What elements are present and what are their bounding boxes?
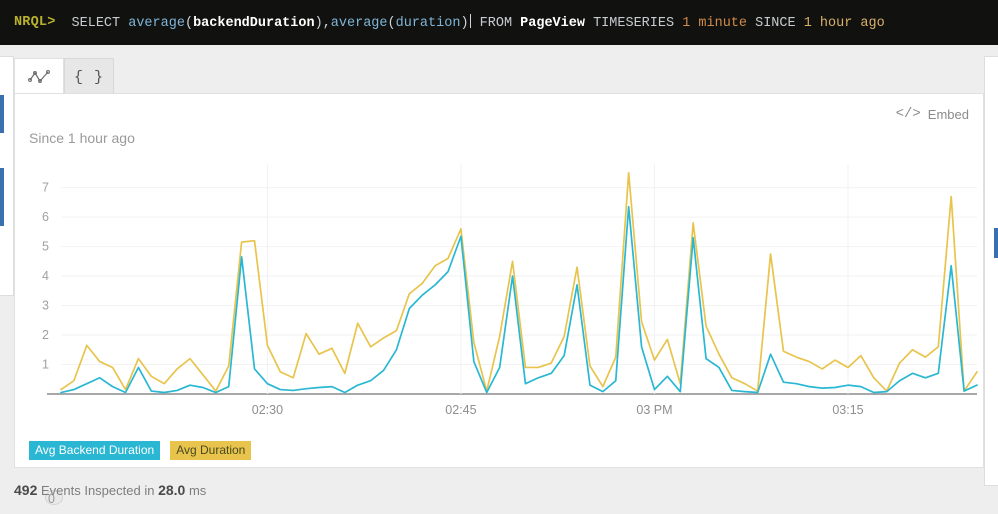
nrql-token: 1 minute bbox=[682, 16, 747, 32]
left-accent-bar-top bbox=[0, 95, 4, 133]
nrql-token: SINCE bbox=[747, 16, 804, 32]
y-axis-tick-label: 4 bbox=[42, 269, 49, 283]
nrql-token: duration bbox=[395, 16, 461, 32]
y-axis-tick-label: 7 bbox=[42, 181, 49, 195]
query-duration-unit: ms bbox=[188, 483, 207, 498]
nrql-token: 1 hour ago bbox=[803, 16, 885, 32]
nrql-token: PageView bbox=[520, 16, 585, 32]
line-chart-icon bbox=[28, 69, 50, 85]
nrql-token: average bbox=[330, 16, 388, 32]
y-axis-tick-label: 6 bbox=[42, 210, 49, 224]
series-line bbox=[60, 171, 978, 392]
x-axis-tick-label: 03 PM bbox=[636, 403, 672, 417]
nrql-token: TIMESERIES bbox=[584, 16, 683, 32]
timeseries-chart[interactable]: 1 2 3 4 5 6 7 02:30 02:45 03 PM 03:15 bbox=[15, 156, 983, 426]
insights-query-page: NRQL> SELECT average(backendDuration),av… bbox=[0, 0, 998, 514]
legend-item-avg-backend-duration[interactable]: Avg Backend Duration bbox=[29, 441, 161, 460]
nrql-token: ), bbox=[314, 16, 331, 32]
nrql-prompt-label: NRQL> bbox=[14, 14, 56, 30]
nrql-token: backendDuration bbox=[193, 16, 315, 32]
tab-chart-view[interactable] bbox=[14, 58, 64, 95]
text-caret bbox=[469, 14, 471, 29]
x-axis-tick-label: 03:15 bbox=[832, 403, 863, 417]
events-inspected-status: 492 Events Inspected in 28.0 ms bbox=[14, 482, 206, 498]
query-duration-value: 28.0 bbox=[158, 482, 186, 498]
nrql-token: ( bbox=[184, 16, 194, 32]
x-axis-tick-label: 02:30 bbox=[252, 403, 283, 417]
nrql-token: average bbox=[128, 16, 185, 32]
y-axis-tick-label: 2 bbox=[42, 328, 49, 342]
tab-json-view[interactable]: { } bbox=[64, 58, 114, 95]
chart-canvas: 1 2 3 4 5 6 7 02:30 02:45 03 PM 03:15 bbox=[42, 164, 978, 417]
background-panel-right bbox=[984, 56, 998, 486]
nrql-token: ) bbox=[460, 16, 469, 32]
embed-button[interactable]: </> Embed bbox=[896, 106, 969, 122]
nrql-token: SELECT bbox=[71, 16, 129, 32]
chart-title: Since 1 hour ago bbox=[29, 130, 135, 146]
events-inspected-label: Events Inspected in bbox=[40, 483, 155, 498]
x-axis-tick-label: 02:45 bbox=[445, 403, 476, 417]
chart-legend: Avg Backend Duration Avg Duration bbox=[29, 441, 252, 460]
events-count: 492 bbox=[14, 482, 38, 498]
embed-label: Embed bbox=[927, 106, 969, 122]
nrql-token: ( bbox=[387, 16, 396, 32]
legend-item-avg-duration[interactable]: Avg Duration bbox=[170, 441, 252, 460]
nrql-token: FROM bbox=[471, 16, 521, 32]
right-accent-bar bbox=[994, 228, 998, 258]
braces-icon: { } bbox=[73, 68, 104, 86]
left-accent-bar-bottom bbox=[0, 168, 4, 226]
y-axis-tick-label: 3 bbox=[42, 299, 49, 313]
code-brackets-icon: </> bbox=[895, 106, 921, 122]
y-axis-tick-label: 5 bbox=[42, 240, 49, 254]
nrql-query-input[interactable]: SELECT average(backendDuration),average(… bbox=[72, 14, 885, 31]
chart-card: </> Embed Since 1 hour ago 1 2 3 4 5 6 7 02:30 0… bbox=[14, 93, 984, 506]
result-view-tabs: { } bbox=[14, 57, 984, 95]
nrql-query-bar[interactable]: NRQL> SELECT average(backendDuration),av… bbox=[0, 0, 998, 45]
y-axis-tick-label: 1 bbox=[42, 358, 49, 372]
